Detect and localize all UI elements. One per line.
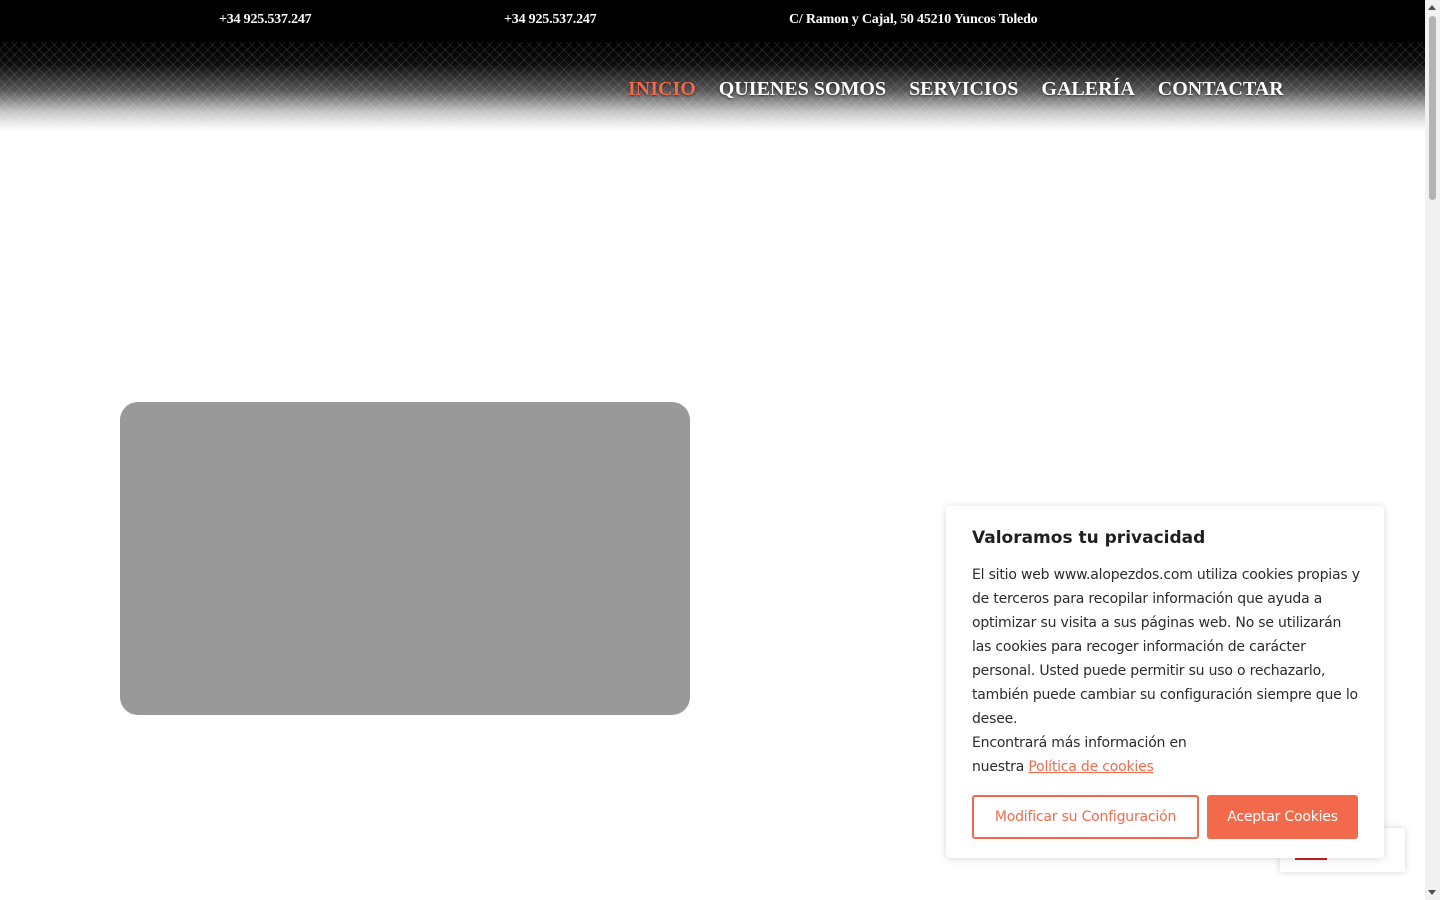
cookie-more-info: Encontrará más información en nuestra Po… bbox=[972, 731, 1212, 779]
nav-item-galeria[interactable]: GALERÍA bbox=[1041, 78, 1134, 101]
page-scrollbar[interactable] bbox=[1425, 0, 1440, 900]
cookie-dialog-body: El sitio web www.alopezdos.com utiliza c… bbox=[972, 567, 1360, 727]
nav-item-inicio[interactable]: INICIO bbox=[628, 78, 696, 101]
hero-image-placeholder bbox=[120, 402, 690, 715]
nav-item-quienes-somos[interactable]: QUIENES SOMOS bbox=[719, 78, 886, 101]
cookie-policy-link[interactable]: Política de cookies bbox=[1028, 759, 1153, 775]
nav-item-servicios[interactable]: SERVICIOS bbox=[909, 78, 1018, 101]
scroll-up-icon[interactable] bbox=[1428, 5, 1436, 10]
phone-primary[interactable]: +34 925.537.247 bbox=[219, 12, 312, 28]
accept-cookies-button[interactable]: Aceptar Cookies bbox=[1207, 795, 1358, 839]
phone-secondary[interactable]: +34 925.537.247 bbox=[504, 12, 597, 28]
top-contact-bar: +34 925.537.247 +34 925.537.247 C/ Ramon… bbox=[0, 0, 1425, 42]
scrollbar-thumb[interactable] bbox=[1429, 16, 1436, 200]
cookie-consent-dialog: Valoramos tu privacidad El sitio web www… bbox=[946, 506, 1384, 858]
main-navigation: INICIO QUIENES SOMOS SERVICIOS GALERÍA C… bbox=[628, 78, 1284, 101]
modify-settings-button[interactable]: Modificar su Configuración bbox=[972, 795, 1199, 839]
cookie-dialog-title: Valoramos tu privacidad bbox=[972, 528, 1206, 548]
scroll-down-icon[interactable] bbox=[1428, 890, 1436, 895]
nav-item-contactar[interactable]: CONTACTAR bbox=[1158, 78, 1284, 101]
address-text: C/ Ramon y Cajal, 50 45210 Yuncos Toledo bbox=[789, 12, 1038, 27]
